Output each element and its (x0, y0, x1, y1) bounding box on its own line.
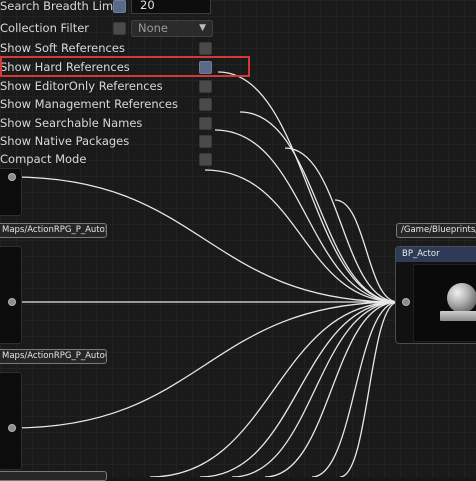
search-breadth-limit-checkbox[interactable] (113, 0, 126, 13)
toggle-label: Show Management References (0, 97, 178, 111)
reference-wire (149, 301, 399, 477)
toggle-label: Compact Mode (0, 152, 87, 166)
toggle-label: Show Native Packages (0, 134, 130, 148)
chevron-down-icon: ▼ (199, 23, 206, 33)
collection-filter-selected: None (138, 21, 169, 35)
toggle-label: Show EditorOnly References (0, 79, 163, 93)
show-management-references-checkbox[interactable] (199, 98, 212, 111)
referencer-pin-2[interactable] (8, 424, 16, 432)
referencer-pin-top[interactable] (8, 173, 16, 181)
show-native-packages-checkbox[interactable] (199, 135, 212, 148)
search-breadth-limit-label: Search Breadth Limit (0, 0, 121, 13)
toggle-label: Show Soft References (0, 41, 125, 55)
toggle-row-compact-mode[interactable]: Compact Mode (0, 150, 86, 168)
reference-wire (214, 129, 399, 303)
toggle-label: Show Searchable Names (0, 116, 143, 130)
referencer-node-2[interactable] (0, 372, 22, 470)
target-node-path: /Game/Blueprints/BP_Actor (396, 223, 476, 238)
search-breadth-limit-row: Search Breadth Limit (0, 0, 121, 15)
reference-wire (199, 301, 399, 477)
referencer-node-1[interactable] (0, 246, 22, 344)
referencer-node-path-2: Maps/ActionRPG_P_Auto6 (0, 349, 107, 364)
referencer-node-path-1: Maps/ActionRPG_P_Auto5 (0, 223, 107, 238)
reference-wire (11, 176, 399, 303)
toggle-row-native-packages[interactable]: Show Native Packages (0, 132, 129, 150)
target-node-title: BP_Actor (396, 247, 476, 262)
collection-filter-row: Collection Filter (0, 19, 89, 37)
compact-mode-checkbox[interactable] (199, 153, 212, 166)
reference-wire (339, 301, 399, 477)
toggle-row-searchable-names[interactable]: Show Searchable Names (0, 114, 142, 132)
referencer-node-path-3 (0, 471, 107, 481)
toggle-row-soft-references[interactable]: Show Soft References (0, 39, 125, 57)
reference-wire (204, 169, 399, 303)
reference-graph-canvas[interactable]: Maps/ActionRPG_P_Auto5 Maps/ActionRPG_P_… (0, 0, 476, 481)
reference-wire (334, 199, 399, 303)
show-searchable-names-checkbox[interactable] (199, 117, 212, 130)
show-editoronly-references-checkbox[interactable] (199, 80, 212, 93)
collection-filter-label: Collection Filter (0, 21, 90, 35)
referencer-pin-1[interactable] (8, 298, 16, 306)
collection-filter-dropdown[interactable]: None ▼ (131, 20, 213, 37)
show-soft-references-checkbox[interactable] (199, 42, 212, 55)
reference-wire (11, 301, 399, 429)
reference-wire (217, 71, 399, 303)
collection-filter-checkbox[interactable] (113, 22, 126, 35)
search-breadth-limit-input[interactable]: 20 (131, 0, 211, 14)
pedestal-thumbnail-icon (440, 311, 476, 321)
hard-references-highlight (0, 56, 250, 77)
toggle-row-management-references[interactable]: Show Management References (0, 95, 178, 113)
sphere-thumbnail-icon (447, 283, 476, 313)
target-node-input-pin[interactable] (402, 298, 410, 306)
reference-wire (264, 301, 399, 477)
toggle-row-editoronly-references[interactable]: Show EditorOnly References (0, 77, 163, 95)
